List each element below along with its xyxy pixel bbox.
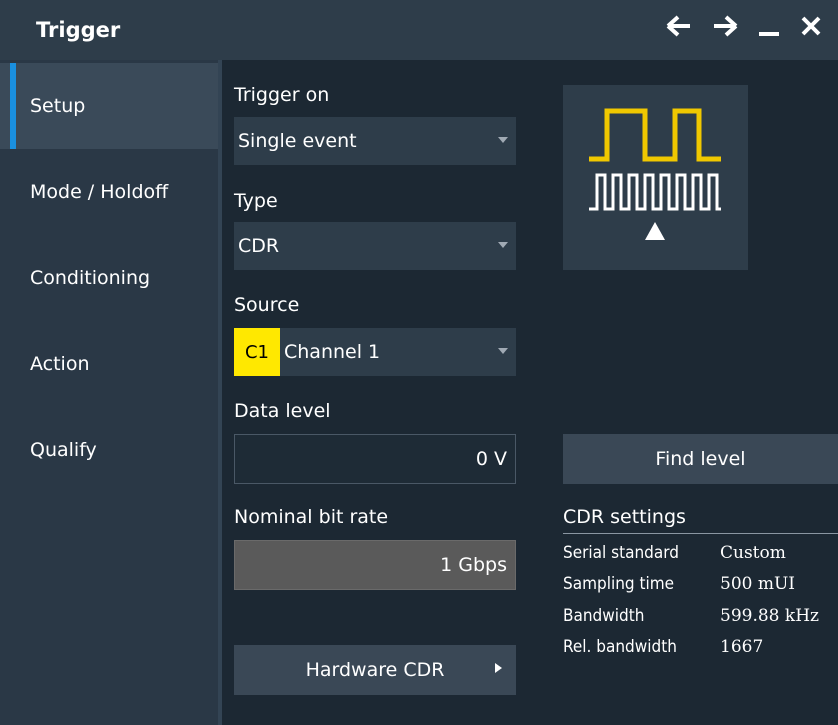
cdr-waveform-icon <box>589 108 721 240</box>
cdr-row-value: Custom <box>720 543 786 563</box>
sidebar-item-setup[interactable]: Setup <box>0 63 218 149</box>
cdr-row-value: 599.88 kHz <box>720 606 819 626</box>
type-dropdown[interactable]: CDR <box>234 222 516 270</box>
chevron-down-icon <box>498 348 508 354</box>
cdr-row-key: Bandwidth <box>563 606 645 626</box>
find-level-label: Find level <box>655 448 746 470</box>
cdr-row-key: Rel. bandwidth <box>563 637 677 657</box>
cdr-settings-divider <box>563 533 838 534</box>
sidebar-item-label: Mode / Holdoff <box>30 181 169 203</box>
trigger-preview <box>563 85 748 270</box>
hardware-cdr-label: Hardware CDR <box>305 659 445 681</box>
data-level-value: 0 V <box>475 448 507 470</box>
bit-rate-label: Nominal bit rate <box>234 506 389 528</box>
type-value: CDR <box>238 235 280 257</box>
sidebar: Setup Mode / Holdoff Conditioning Action… <box>0 60 218 725</box>
sidebar-item-action[interactable]: Action <box>0 321 218 407</box>
source-label: Source <box>234 294 300 316</box>
bit-rate-input[interactable]: 1 Gbps <box>234 540 516 590</box>
type-label: Type <box>234 190 278 212</box>
sidebar-item-qualify[interactable]: Qualify <box>0 407 218 493</box>
cdr-settings-title: CDR settings <box>563 506 686 528</box>
hardware-cdr-button[interactable]: Hardware CDR <box>234 645 516 695</box>
channel-badge: C1 <box>234 328 280 376</box>
bit-rate-value: 1 Gbps <box>440 554 507 576</box>
window-controls <box>666 14 822 38</box>
sidebar-item-mode-holdoff[interactable]: Mode / Holdoff <box>0 149 218 235</box>
sidebar-divider <box>218 60 222 725</box>
chevron-down-icon <box>498 242 508 248</box>
data-level-input[interactable]: 0 V <box>234 434 516 484</box>
source-dropdown[interactable]: C1 Channel 1 <box>234 328 516 376</box>
chevron-right-icon <box>495 663 502 673</box>
sidebar-item-label: Conditioning <box>30 267 151 289</box>
source-value: Channel 1 <box>284 341 381 363</box>
trigger-on-value: Single event <box>238 130 357 152</box>
back-arrow-icon[interactable] <box>666 14 692 38</box>
sidebar-item-conditioning[interactable]: Conditioning <box>0 235 218 321</box>
title-bar: Trigger <box>0 0 838 60</box>
cdr-row-value: 500 mUI <box>720 574 796 594</box>
close-icon[interactable] <box>800 14 822 38</box>
cdr-row-value: 1667 <box>720 637 764 657</box>
minimize-icon[interactable] <box>758 14 780 38</box>
cdr-row-key: Serial standard <box>563 543 679 563</box>
data-level-label: Data level <box>234 400 331 422</box>
cdr-row-key: Sampling time <box>563 574 675 594</box>
find-level-button[interactable]: Find level <box>563 434 838 484</box>
sidebar-item-label: Qualify <box>30 439 97 461</box>
trigger-on-dropdown[interactable]: Single event <box>234 117 516 165</box>
window-title: Trigger <box>36 18 121 42</box>
trigger-on-label: Trigger on <box>234 84 330 106</box>
sidebar-item-label: Action <box>30 353 90 375</box>
chevron-down-icon <box>498 137 508 143</box>
forward-arrow-icon[interactable] <box>712 14 738 38</box>
sidebar-item-label: Setup <box>30 95 86 117</box>
